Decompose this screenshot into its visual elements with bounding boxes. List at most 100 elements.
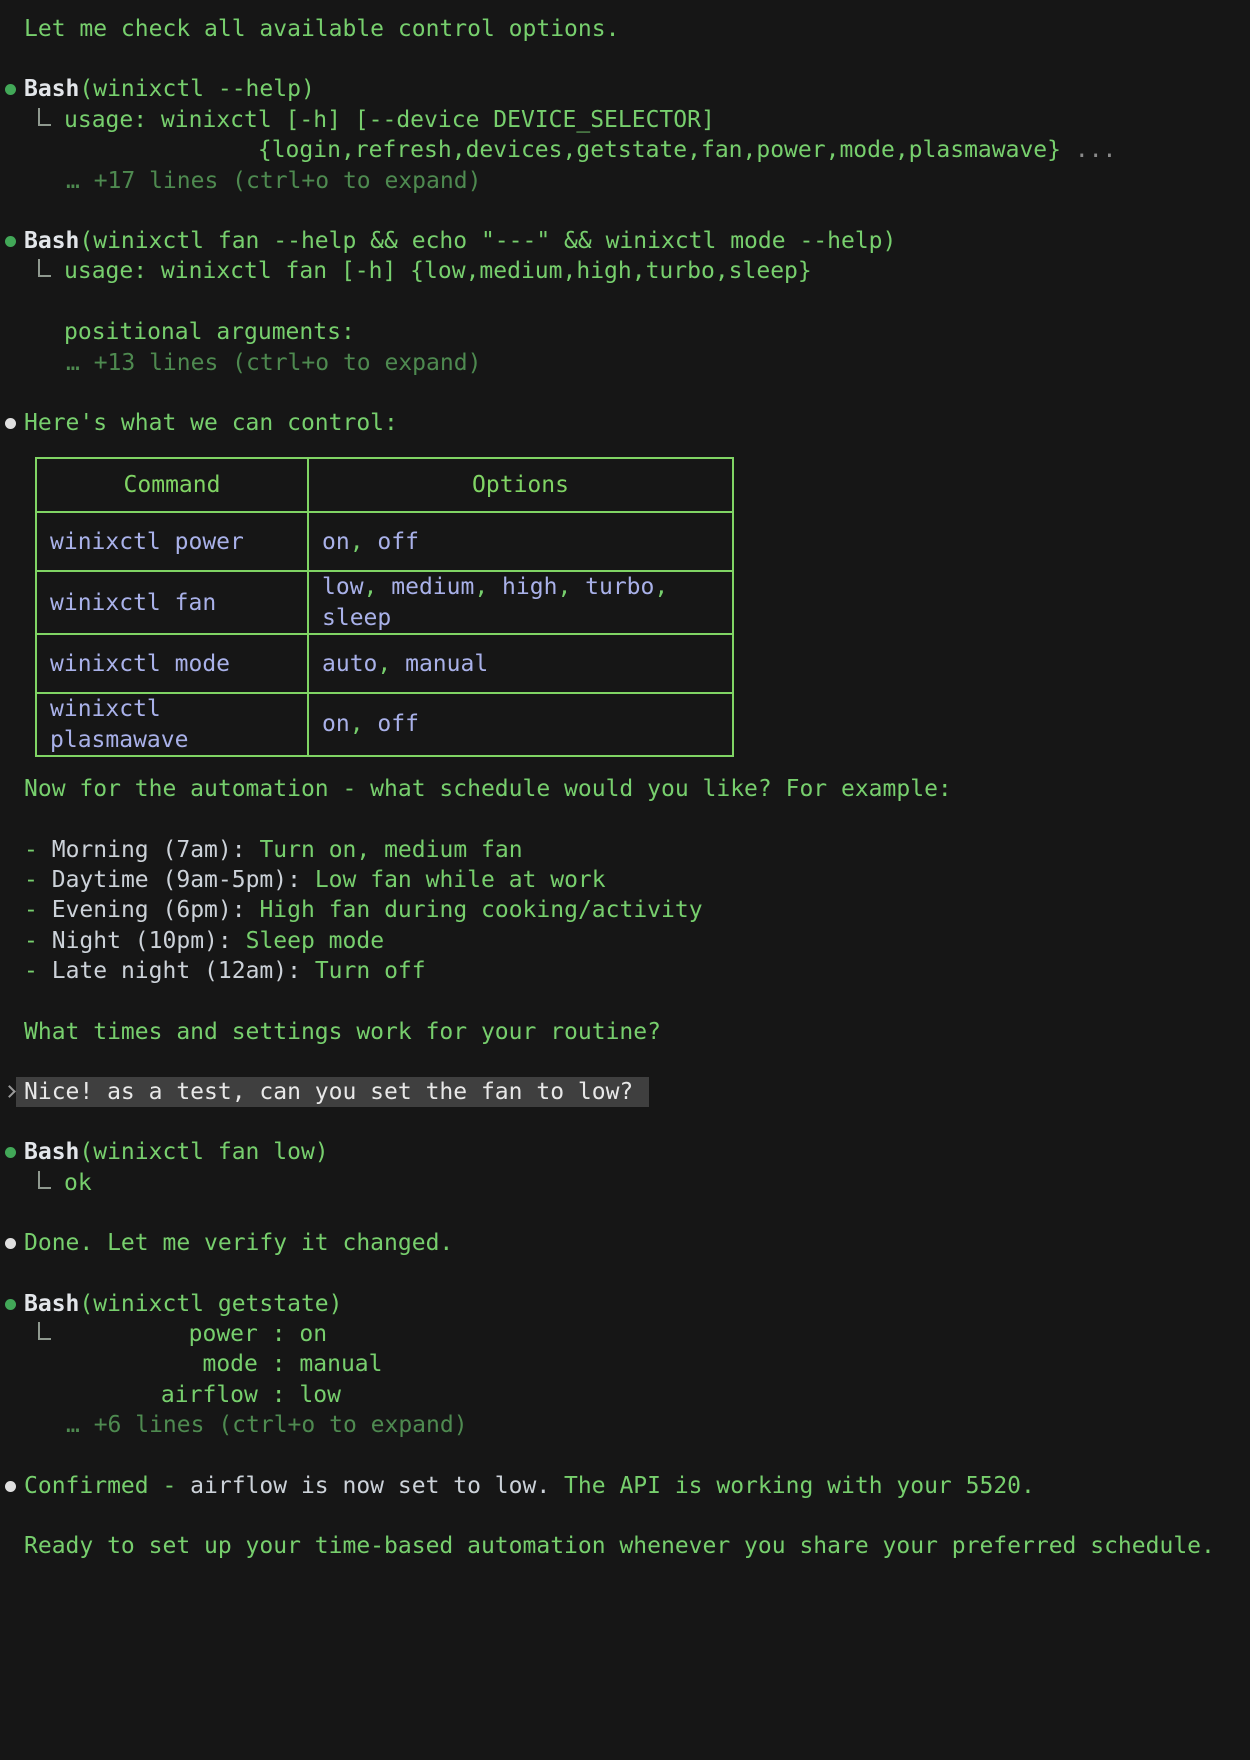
- tool-output: power : on mode : manual airflow : low: [64, 1319, 383, 1410]
- command-cell: winixctl plasmawave: [36, 693, 308, 756]
- tool-bullet-icon: [5, 236, 16, 247]
- tool-bullet-icon: [5, 1147, 16, 1158]
- schedule-label: Night (10pm):: [52, 928, 232, 954]
- schedule-value: Turn off: [315, 958, 426, 984]
- routine-question-text: What times and settings work for your ro…: [24, 1019, 661, 1045]
- option-word: sleep: [322, 605, 391, 631]
- option-word: auto: [322, 651, 377, 677]
- option-separator: ,: [377, 651, 405, 677]
- schedule-dash: -: [24, 928, 38, 954]
- table-header-row: Command Options: [36, 458, 733, 512]
- tool-bullet-icon: [5, 84, 16, 95]
- result-corner-icon: [38, 259, 51, 277]
- confirmed-prefix: Confirmed -: [24, 1473, 190, 1499]
- closing-message: Ready to set up your time-based automati…: [0, 1531, 1250, 1561]
- tool-name: Bash: [24, 1291, 79, 1317]
- tool-output: usage: winixctl [-h] [--device DEVICE_SE…: [64, 105, 1116, 166]
- schedule-value: Sleep mode: [246, 928, 384, 954]
- schedule-item: - Morning (7am): Turn on, medium fan: [0, 835, 1250, 865]
- schedule-item: - Night (10pm): Sleep mode: [0, 926, 1250, 956]
- assistant-bullet-icon: [5, 418, 16, 429]
- options-cell: on, off: [308, 512, 733, 571]
- tool-result-bash2: usage: winixctl fan [-h] {low,medium,hig…: [0, 256, 1250, 347]
- tool-output: usage: winixctl fan [-h] {low,medium,hig…: [64, 256, 812, 347]
- closing-text: Ready to set up your time-based automati…: [24, 1533, 1215, 1559]
- option-word: manual: [405, 651, 488, 677]
- table-row: winixctl plasmawave on, off: [36, 693, 733, 756]
- tool-name: Bash: [24, 1139, 79, 1165]
- expand-hint: … +17 lines (ctrl+o to expand): [0, 166, 1250, 196]
- tool-command: (winixctl getstate): [79, 1291, 342, 1317]
- command-cell: winixctl power: [36, 512, 308, 571]
- options-cell: on, off: [308, 693, 733, 756]
- command-cell: winixctl fan: [36, 571, 308, 634]
- schedule-dash: -: [24, 958, 38, 984]
- option-separator: ,: [350, 529, 378, 555]
- option-word: high: [502, 574, 557, 600]
- expand-hint: … +6 lines (ctrl+o to expand): [0, 1410, 1250, 1440]
- schedule-value: High fan during cooking/activity: [259, 897, 702, 923]
- option-word: low: [322, 574, 364, 600]
- schedule-item: - Late night (12am): Turn off: [0, 956, 1250, 986]
- terminal: Let me check all available control optio…: [0, 0, 1250, 1760]
- schedule-dash: -: [24, 897, 38, 923]
- command-cell: winixctl mode: [36, 634, 308, 693]
- schedule-dash: -: [24, 867, 38, 893]
- tool-result-bash3: ok: [0, 1168, 1250, 1198]
- assistant-bullet-icon: [5, 1238, 16, 1249]
- automation-intro: Now for the automation - what schedule w…: [0, 774, 1250, 804]
- option-separator: ,: [654, 574, 668, 600]
- tool-output: ok: [64, 1168, 92, 1198]
- option-separator: ,: [350, 711, 378, 737]
- result-corner-icon: [38, 1171, 51, 1189]
- output-line: {login,refresh,devices,getstate,fan,powe…: [64, 137, 1061, 163]
- user-message-text: Nice! as a test, can you set the fan to …: [16, 1077, 649, 1107]
- option-word: turbo: [585, 574, 654, 600]
- table-row: winixctl fan low, medium, high, turbo, s…: [36, 571, 733, 634]
- user-message: Nice! as a test, can you set the fan to …: [0, 1077, 1250, 1107]
- option-word: off: [377, 529, 419, 555]
- result-corner-icon: [38, 1322, 51, 1340]
- tool-result-bash4: power : on mode : manual airflow : low: [0, 1319, 1250, 1410]
- assistant-intro-text: Let me check all available control optio…: [24, 16, 619, 42]
- assistant-message: Confirmed - airflow is now set to low. T…: [0, 1471, 1250, 1501]
- option-word: medium: [391, 574, 474, 600]
- schedule-label: Evening (6pm):: [52, 897, 246, 923]
- tool-command: (winixctl fan low): [79, 1139, 328, 1165]
- options-cell: low, medium, high, turbo, sleep: [308, 571, 733, 634]
- schedule-dash: -: [24, 837, 38, 863]
- tool-call-bash2: Bash(winixctl fan --help && echo "---" &…: [0, 226, 1250, 256]
- control-table: Command Options winixctl power on, off w…: [35, 457, 734, 757]
- option-separator: ,: [474, 574, 502, 600]
- assistant-message: Here's what we can control:: [0, 408, 1250, 438]
- table-row: winixctl mode auto, manual: [36, 634, 733, 693]
- tool-name: Bash: [24, 76, 79, 102]
- done-text: Done. Let me verify it changed.: [24, 1230, 453, 1256]
- table-header-command: Command: [36, 458, 308, 512]
- tool-bullet-icon: [5, 1299, 16, 1310]
- schedule-label: Daytime (9am-5pm):: [52, 867, 301, 893]
- tool-call-bash4: Bash(winixctl getstate): [0, 1289, 1250, 1319]
- routine-question: What times and settings work for your ro…: [0, 1017, 1250, 1047]
- option-word: on: [322, 529, 350, 555]
- options-cell: auto, manual: [308, 634, 733, 693]
- user-prompt-chevron-icon: [3, 1085, 16, 1098]
- assistant-bullet-icon: [5, 1481, 16, 1492]
- option-word: on: [322, 711, 350, 737]
- schedule-item: - Daytime (9am-5pm): Low fan while at wo…: [0, 865, 1250, 895]
- tool-result-bash1: usage: winixctl [-h] [--device DEVICE_SE…: [0, 105, 1250, 166]
- tool-name: Bash: [24, 228, 79, 254]
- option-word: off: [377, 711, 419, 737]
- confirmed-suffix: The API is working with your 5520.: [550, 1473, 1035, 1499]
- schedule-label: Late night (12am):: [52, 958, 301, 984]
- tool-call-bash1: Bash(winixctl --help): [0, 74, 1250, 104]
- confirmed-bold: airflow is now set to low.: [190, 1473, 550, 1499]
- table-header-options: Options: [308, 458, 733, 512]
- tool-command: (winixctl fan --help && echo "---" && wi…: [79, 228, 896, 254]
- schedule-list: - Morning (7am): Turn on, medium fan - D…: [0, 835, 1250, 987]
- expand-hint: … +13 lines (ctrl+o to expand): [0, 348, 1250, 378]
- option-separator: ,: [557, 574, 585, 600]
- result-corner-icon: [38, 108, 51, 126]
- output-ellipsis: ...: [1061, 137, 1116, 163]
- schedule-value: Low fan while at work: [315, 867, 606, 893]
